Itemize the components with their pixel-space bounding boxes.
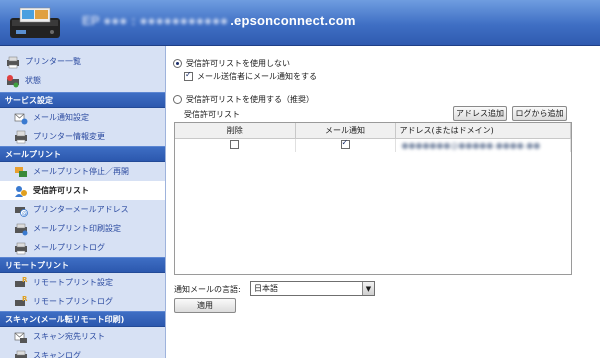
scan-log-icon	[15, 350, 27, 358]
sidebar-item-label: プリンター情報変更	[33, 132, 105, 141]
radio-not-use[interactable]	[173, 59, 182, 68]
email-print-log-icon	[15, 242, 27, 254]
mail-notify-icon	[14, 113, 28, 124]
printer-email-icon: @	[15, 206, 28, 217]
table-row: ●●●●●●●@●●●●●.●●●●.●●	[175, 138, 571, 152]
language-select[interactable]: 日本語 ▼	[250, 281, 375, 296]
email-print-settings-icon	[15, 223, 28, 235]
add-from-log-button[interactable]: ログから追加	[512, 106, 567, 121]
sidebar-item-email-print-log[interactable]: メールプリントログ	[0, 238, 165, 257]
main-content: 受信許可リストを使用しない メール送信者にメール通知をする 受信許可リストを使用…	[166, 46, 600, 358]
approved-list-label: 受信許可リスト	[184, 110, 240, 119]
sidebar-item-label: プリンターメールアドレス	[33, 205, 129, 214]
radio-use[interactable]	[173, 95, 182, 104]
sidebar-item-printer-info[interactable]: プリンター情報変更	[0, 127, 165, 146]
row-notify-checkbox[interactable]	[340, 138, 350, 149]
printer-address-title: EP ●●● : ●●●●●●●●●●● .epsonconnect.com	[82, 13, 356, 28]
section-remote-print: リモートプリント	[0, 257, 165, 273]
remote-print-log-icon: R	[15, 295, 28, 306]
column-mail-notify: メール通知	[295, 123, 396, 139]
svg-text:R: R	[22, 276, 28, 284]
scan-destination-icon	[14, 332, 27, 343]
sidebar-item-email-print-settings[interactable]: メールプリント印刷設定	[0, 219, 165, 238]
sidebar-item-scan-log[interactable]: スキャンログ	[0, 346, 165, 358]
option-notify-sender[interactable]: メール送信者にメール通知をする	[184, 70, 317, 82]
printer-image-icon	[10, 7, 60, 38]
sidebar-item-label: スキャンログ	[33, 351, 81, 358]
sidebar-item-printer-email[interactable]: @ プリンターメールアドレス	[0, 200, 165, 219]
sidebar-item-label: スキャン宛先リスト	[33, 332, 105, 341]
column-delete: 削除	[175, 123, 296, 139]
sidebar-item-label: 状態	[25, 76, 41, 85]
sidebar-item-remote-print-settings[interactable]: R リモートプリント設定	[0, 273, 165, 292]
column-address: アドレス(またはドメイン)	[395, 123, 571, 139]
sidebar-item-scan-destination[interactable]: スキャン宛先リスト	[0, 327, 165, 346]
approved-list-table-box: 削除 メール通知 アドレス(またはドメイン) ●●●●●●●@●●●●●.●●●…	[174, 122, 572, 275]
section-email-print: メールプリント	[0, 146, 165, 162]
sidebar-item-label: メール通知設定	[33, 113, 89, 122]
checkbox-notify-sender[interactable]	[184, 70, 193, 81]
sidebar-item-label: 受信許可リスト	[33, 186, 89, 195]
header-bar: EP ●●● : ●●●●●●●●●●● .epsonconnect.com	[0, 0, 600, 46]
sidebar-item-label: メールプリント停止／再開	[33, 167, 129, 176]
printer-list-icon	[7, 56, 19, 68]
sidebar-item-remote-print-log[interactable]: R リモートプリントログ	[0, 292, 165, 311]
sidebar-item-label: メールプリント印刷設定	[33, 224, 121, 233]
sidebar-item-label: メールプリントログ	[33, 243, 105, 252]
chevron-down-icon[interactable]: ▼	[362, 282, 374, 295]
sidebar-item-printer-list[interactable]: プリンター一覧	[0, 52, 165, 71]
add-address-button[interactable]: アドレス追加	[453, 106, 507, 121]
row-address: ●●●●●●●@●●●●●.●●●●.●●	[401, 140, 541, 150]
sidebar-item-status[interactable]: 状態	[0, 71, 165, 90]
sidebar-item-label: プリンター一覧	[25, 57, 81, 66]
option-use-list[interactable]: 受信許可リストを使用する（推奨）	[173, 94, 314, 105]
sidebar-item-mail-notify[interactable]: メール通知設定	[0, 108, 165, 127]
remote-print-settings-icon: R	[15, 276, 28, 287]
svg-text:R: R	[22, 295, 28, 303]
printer-info-icon	[15, 130, 27, 143]
row-delete-checkbox[interactable]	[230, 139, 240, 149]
apply-button[interactable]: 適用	[174, 298, 236, 313]
language-label: 通知メールの言語:	[174, 285, 241, 294]
sidebar-item-label: リモートプリント設定	[33, 278, 113, 287]
approved-list-table: 削除 メール通知 アドレス(またはドメイン) ●●●●●●●@●●●●●.●●●…	[175, 123, 571, 152]
sidebar-item-email-print-toggle[interactable]: メールプリント停止／再開	[0, 162, 165, 181]
sidebar-item-label: リモートプリントログ	[33, 297, 113, 306]
email-print-toggle-icon	[15, 166, 27, 177]
option-not-use-list[interactable]: 受信許可リストを使用しない	[173, 58, 290, 69]
sidebar: プリンター一覧 状態 サービス設定 メール通知設定 プリンター情報変更 メールプ…	[0, 46, 166, 358]
sidebar-item-approved-list[interactable]: 受信許可リスト	[0, 181, 165, 200]
section-scan: スキャン(メール転リモート印刷)	[0, 311, 165, 327]
svg-text:@: @	[22, 211, 27, 217]
status-icon	[7, 74, 19, 87]
approved-list-icon	[15, 185, 27, 197]
section-service-settings: サービス設定	[0, 92, 165, 108]
